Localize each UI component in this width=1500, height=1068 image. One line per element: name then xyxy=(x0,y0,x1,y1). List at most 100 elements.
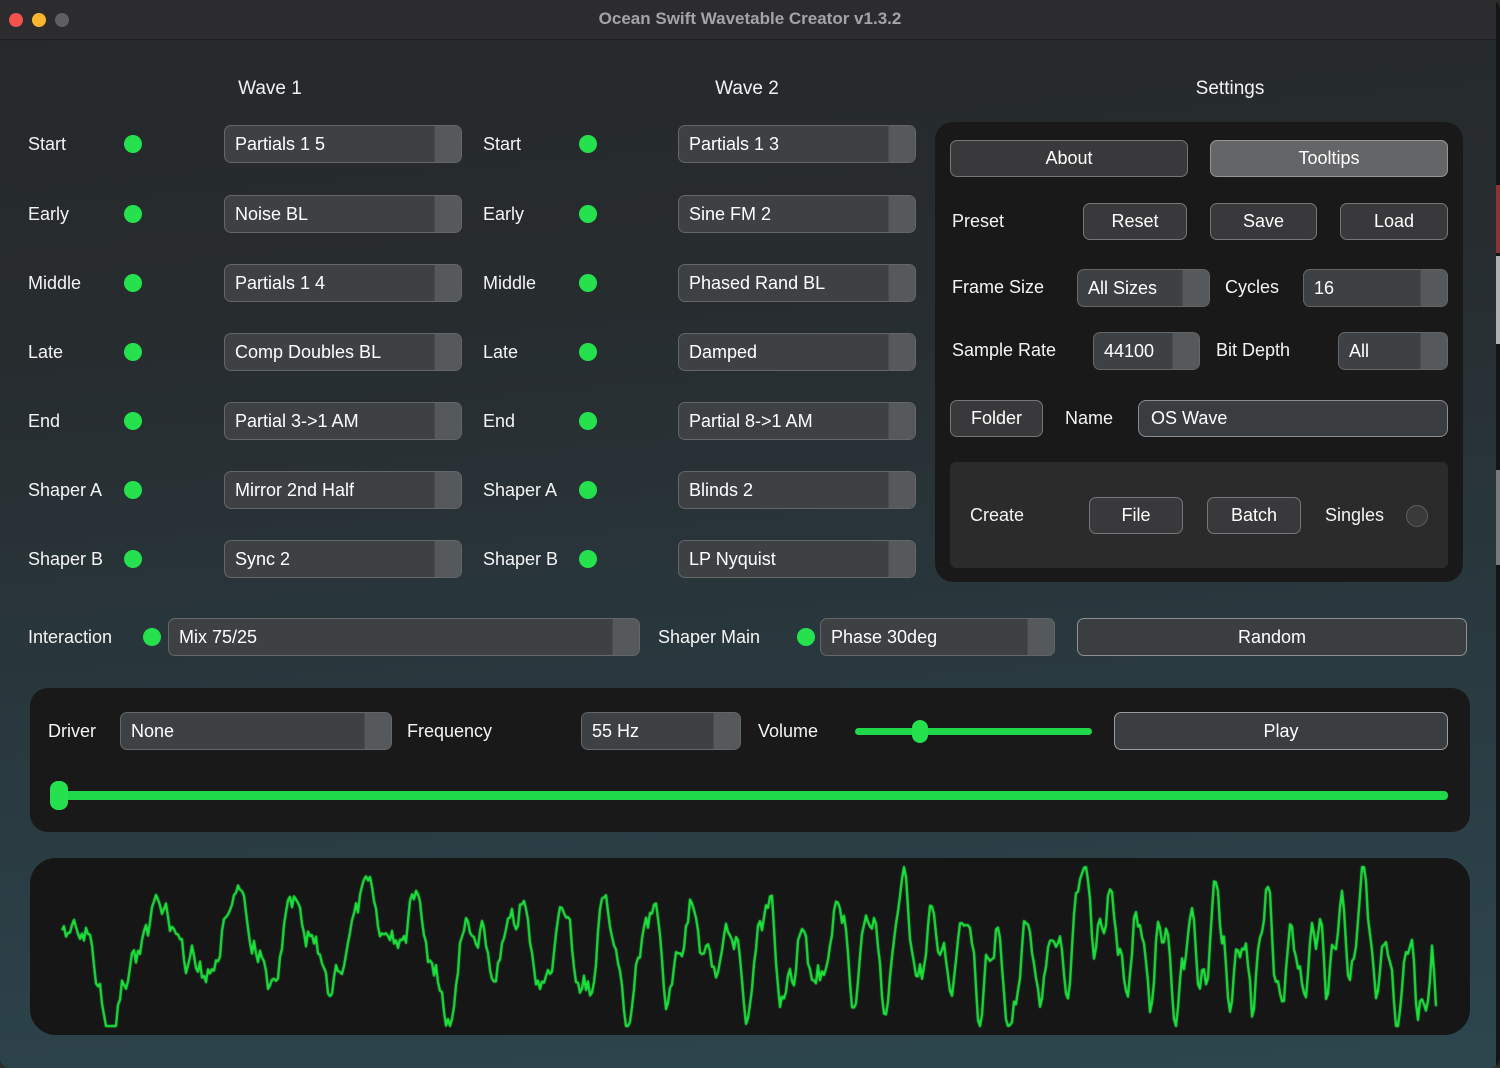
preset-save-button[interactable]: Save xyxy=(1210,203,1317,240)
dropdown-handle xyxy=(1182,270,1209,306)
create-file-button[interactable]: File xyxy=(1089,497,1183,534)
waveform-display xyxy=(30,858,1470,1035)
preset-reset-button[interactable]: Reset xyxy=(1083,203,1187,240)
wave2-middle-dropdown[interactable]: Phased Rand BL xyxy=(678,264,916,302)
about-button[interactable]: About xyxy=(950,140,1188,177)
row-label: Late xyxy=(28,341,64,362)
enable-led[interactable] xyxy=(579,135,597,153)
folder-button[interactable]: Folder xyxy=(950,400,1043,437)
enable-led[interactable] xyxy=(124,550,142,568)
row-label: Late xyxy=(483,341,519,362)
dropdown-handle xyxy=(1420,333,1447,369)
position-slider-thumb[interactable] xyxy=(50,781,68,810)
dropdown-value: Phase 30deg xyxy=(831,626,938,647)
sample-rate-dropdown[interactable]: 44100 xyxy=(1093,332,1200,370)
dropdown-value: All Sizes xyxy=(1088,277,1158,298)
enable-led[interactable] xyxy=(579,481,597,499)
enable-led[interactable] xyxy=(579,343,597,361)
singles-radio[interactable] xyxy=(1406,505,1428,527)
position-slider[interactable] xyxy=(50,781,1448,810)
create-batch-button[interactable]: Batch xyxy=(1207,497,1301,534)
enable-led[interactable] xyxy=(579,205,597,223)
dropdown-value: 16 xyxy=(1314,277,1335,298)
row-label: Shaper A xyxy=(483,479,558,500)
screen-edge-artifact xyxy=(1496,0,1500,1068)
tooltips-label: Tooltips xyxy=(1298,148,1360,168)
row-label: Shaper B xyxy=(28,548,104,569)
wave1-middle-dropdown[interactable]: Partials 1 4 xyxy=(224,264,462,302)
frame-size-dropdown[interactable]: All Sizes xyxy=(1077,269,1210,307)
preset-load-button[interactable]: Load xyxy=(1340,203,1448,240)
dropdown-value: Comp Doubles BL xyxy=(235,341,382,362)
enable-led[interactable] xyxy=(124,135,142,153)
create-label: Create xyxy=(970,505,1025,525)
frequency-dropdown[interactable]: 55 Hz xyxy=(581,712,741,750)
play-label: Play xyxy=(1263,720,1299,741)
dropdown-handle xyxy=(888,472,915,508)
app-window: Ocean Swift Wavetable Creator v1.3.2 Wav… xyxy=(0,0,1500,1068)
interaction-dropdown[interactable]: Mix 75/25 xyxy=(168,618,640,656)
dropdown-value: Mirror 2nd Half xyxy=(235,479,355,500)
enable-led[interactable] xyxy=(797,628,815,646)
row-label: Start xyxy=(483,133,522,154)
wave2-shaper-a-dropdown[interactable]: Blinds 2 xyxy=(678,471,916,509)
tooltips-toggle-button[interactable]: Tooltips xyxy=(1210,140,1448,177)
dropdown-handle xyxy=(434,334,461,370)
enable-led[interactable] xyxy=(579,274,597,292)
dropdown-handle xyxy=(1420,270,1447,306)
enable-led[interactable] xyxy=(124,205,142,223)
wave2-late-dropdown[interactable]: Damped xyxy=(678,333,916,371)
enable-led[interactable] xyxy=(143,628,161,646)
dropdown-handle xyxy=(434,126,461,162)
wave1-end-dropdown[interactable]: Partial 3->1 AM xyxy=(224,402,462,440)
dropdown-handle xyxy=(434,541,461,577)
enable-led[interactable] xyxy=(124,343,142,361)
driver-panel: Driver None Frequency 55 Hz Volume Play xyxy=(30,688,1470,832)
enable-led[interactable] xyxy=(124,412,142,430)
wave2-end-dropdown[interactable]: Partial 8->1 AM xyxy=(678,402,916,440)
random-button[interactable]: Random xyxy=(1077,618,1467,656)
wave2-early-dropdown[interactable]: Sine FM 2 xyxy=(678,195,916,233)
shaper-main-dropdown[interactable]: Phase 30deg xyxy=(820,618,1055,656)
wave1-start-dropdown[interactable]: Partials 1 5 xyxy=(224,125,462,163)
wave1-early-dropdown[interactable]: Noise BL xyxy=(224,195,462,233)
bit-depth-dropdown[interactable]: All xyxy=(1338,332,1448,370)
dropdown-handle xyxy=(434,196,461,232)
cycles-dropdown[interactable]: 16 xyxy=(1303,269,1448,307)
name-input[interactable] xyxy=(1138,400,1448,437)
enable-led[interactable] xyxy=(579,412,597,430)
enable-led[interactable] xyxy=(579,550,597,568)
dropdown-handle xyxy=(1027,619,1054,655)
play-button[interactable]: Play xyxy=(1114,712,1448,750)
dropdown-handle xyxy=(434,403,461,439)
dropdown-value: LP Nyquist xyxy=(689,548,776,569)
edge-artifact-segment xyxy=(1496,256,1500,344)
wave1-row-middle: Middle xyxy=(28,264,142,302)
cycles-label: Cycles xyxy=(1225,277,1280,297)
wave1-late-dropdown[interactable]: Comp Doubles BL xyxy=(224,333,462,371)
dropdown-handle xyxy=(888,541,915,577)
row-label: Middle xyxy=(28,272,82,293)
wave2-shaper-b-dropdown[interactable]: LP Nyquist xyxy=(678,540,916,578)
interaction-label: Interaction xyxy=(28,626,113,647)
enable-led[interactable] xyxy=(124,481,142,499)
singles-label: Singles xyxy=(1325,505,1385,525)
enable-led[interactable] xyxy=(124,274,142,292)
wave2-row-shaper-a: Shaper A xyxy=(483,471,597,509)
volume-slider[interactable] xyxy=(855,720,1092,743)
settings-header: Settings xyxy=(1195,78,1265,99)
folder-label: Folder xyxy=(970,408,1023,428)
interaction-row: Interaction xyxy=(28,618,161,656)
window-title: Ocean Swift Wavetable Creator v1.3.2 xyxy=(598,9,902,28)
wave1-shaper-a-dropdown[interactable]: Mirror 2nd Half xyxy=(224,471,462,509)
wave1-shaper-b-dropdown[interactable]: Sync 2 xyxy=(224,540,462,578)
wave1-row-early: Early xyxy=(28,195,142,233)
wave1-row-shaper-a: Shaper A xyxy=(28,471,142,509)
dropdown-value: Partial 3->1 AM xyxy=(235,410,359,431)
wave1-header: Wave 1 xyxy=(238,78,302,99)
wave1-row-start: Start xyxy=(28,125,142,163)
volume-slider-thumb[interactable] xyxy=(912,720,928,743)
wave2-start-dropdown[interactable]: Partials 1 3 xyxy=(678,125,916,163)
wave2-row-end: End xyxy=(483,402,597,440)
driver-dropdown[interactable]: None xyxy=(120,712,392,750)
